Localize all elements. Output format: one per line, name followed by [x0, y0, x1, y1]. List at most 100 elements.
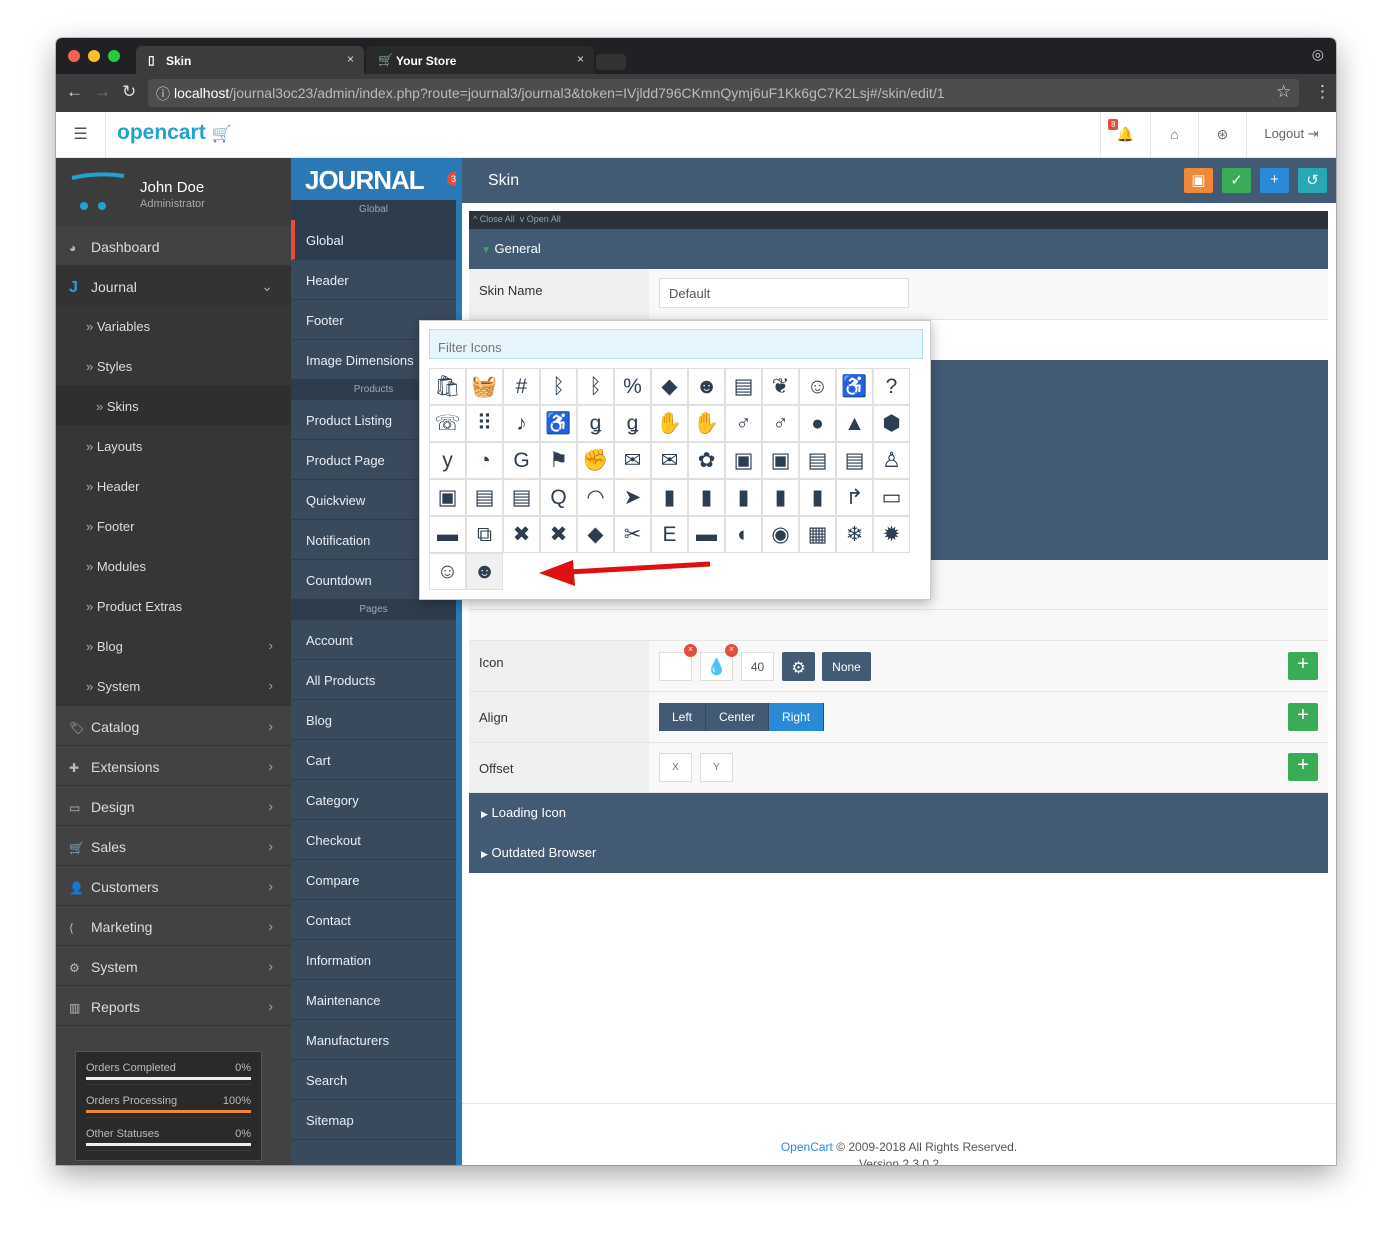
journal-nav-blog[interactable]: Blog: [291, 700, 456, 740]
icon-option-53[interactable]: ⧉: [466, 516, 503, 553]
opencart-link[interactable]: OpenCart: [781, 1140, 833, 1154]
icon-option-41[interactable]: ▤: [503, 479, 540, 516]
journal-nav-compare[interactable]: Compare: [291, 860, 456, 900]
icon-option-55[interactable]: ✖: [540, 516, 577, 553]
add-offset-button[interactable]: +: [1288, 753, 1318, 781]
icon-option-27[interactable]: ◔: [466, 442, 503, 479]
icon-option-57[interactable]: ✂: [614, 516, 651, 553]
icon-option-13[interactable]: ☏: [429, 405, 466, 442]
icon-option-26[interactable]: y: [429, 442, 466, 479]
icon-option-33[interactable]: ✿: [688, 442, 725, 479]
offset-y-input[interactable]: [700, 753, 733, 782]
preview-button[interactable]: ▣: [1184, 168, 1213, 193]
section-outdated-browser[interactable]: ▶ Outdated Browser: [469, 833, 1328, 873]
sidebar-subitem-layouts[interactable]: » Layouts: [56, 426, 291, 466]
open-all-link[interactable]: v Open All: [520, 214, 561, 224]
icon-option-2[interactable]: #: [503, 368, 540, 405]
sidebar-item-extensions[interactable]: ✚ Extensions ›: [56, 746, 291, 786]
icon-option-46[interactable]: ▮: [688, 479, 725, 516]
save-button[interactable]: ✓: [1222, 168, 1251, 193]
sidebar-item-journal[interactable]: J Journal ⌄: [56, 266, 291, 306]
journal-nav-contact[interactable]: Contact: [291, 900, 456, 940]
icon-option-66[interactable]: ☻: [466, 553, 503, 590]
icon-option-42[interactable]: Q: [540, 479, 577, 516]
gear-button[interactable]: ⚙: [782, 652, 815, 681]
sidebar-subitem-product-extras[interactable]: » Product Extras: [56, 586, 291, 626]
icon-option-0[interactable]: 🛍: [429, 368, 466, 405]
icon-option-56[interactable]: ◆: [577, 516, 614, 553]
journal-nav-checkout[interactable]: Checkout: [291, 820, 456, 860]
add-icon-button[interactable]: +: [1288, 652, 1318, 680]
icon-option-36[interactable]: ▤: [799, 442, 836, 479]
sidebar-subitem-blog[interactable]: » Blog ›: [56, 626, 291, 666]
icon-option-24[interactable]: ▲: [836, 405, 873, 442]
icon-option-20[interactable]: ✋: [688, 405, 725, 442]
icon-option-5[interactable]: %: [614, 368, 651, 405]
journal-nav-search[interactable]: Search: [291, 1060, 456, 1100]
icon-option-18[interactable]: ǥ: [614, 405, 651, 442]
opencart-logo[interactable]: opencart 🛒: [117, 121, 231, 145]
add-button[interactable]: +: [1260, 168, 1289, 193]
sidebar-subitem-footer[interactable]: » Footer: [56, 506, 291, 546]
icon-option-1[interactable]: 🧺: [466, 368, 503, 405]
icon-option-14[interactable]: ⠿: [466, 405, 503, 442]
journal-nav-header[interactable]: Header: [291, 260, 456, 300]
icon-option-51[interactable]: ▭: [873, 479, 910, 516]
sidebar-subitem-header[interactable]: » Header: [56, 466, 291, 506]
icon-option-64[interactable]: ✹: [873, 516, 910, 553]
close-window-button[interactable]: [68, 50, 80, 62]
new-tab-button[interactable]: [596, 54, 626, 70]
section-loading-icon[interactable]: ▶ Loading Icon: [469, 793, 1328, 833]
icon-option-48[interactable]: ▮: [762, 479, 799, 516]
icon-option-60[interactable]: ◐: [725, 516, 762, 553]
section-general[interactable]: ▼ General: [469, 229, 1328, 269]
icon-option-9[interactable]: ❦: [762, 368, 799, 405]
icon-option-44[interactable]: ➤: [614, 479, 651, 516]
icon-option-52[interactable]: ▬: [429, 516, 466, 553]
reload-icon[interactable]: ↻: [122, 82, 136, 102]
icon-option-17[interactable]: ǥ: [577, 405, 614, 442]
journal-nav-global[interactable]: Global: [291, 220, 456, 260]
offset-x-input[interactable]: [659, 753, 692, 782]
icon-option-29[interactable]: ⚑: [540, 442, 577, 479]
skin-name-input[interactable]: Default: [659, 278, 909, 308]
journal-nav-all-products[interactable]: All Products: [291, 660, 456, 700]
icon-option-4[interactable]: ᛒ: [577, 368, 614, 405]
icon-option-31[interactable]: ✉: [614, 442, 651, 479]
icon-option-43[interactable]: ◠: [577, 479, 614, 516]
icon-option-38[interactable]: ♙: [873, 442, 910, 479]
icon-option-32[interactable]: ✉: [651, 442, 688, 479]
icon-option-12[interactable]: ?: [873, 368, 910, 405]
remove-color-button[interactable]: ×: [725, 644, 738, 657]
icon-option-61[interactable]: ◉: [762, 516, 799, 553]
journal-nav-category[interactable]: Category: [291, 780, 456, 820]
icon-option-39[interactable]: ▣: [429, 479, 466, 516]
bookmark-star-icon[interactable]: ☆: [1276, 82, 1291, 102]
icon-option-6[interactable]: ◆: [651, 368, 688, 405]
icon-size-input[interactable]: 40: [741, 652, 774, 681]
sidebar-subitem-skins[interactable]: » Skins: [56, 386, 291, 426]
icon-option-65[interactable]: ☺: [429, 553, 466, 590]
icon-option-22[interactable]: ♂: [762, 405, 799, 442]
icon-option-11[interactable]: ♿: [836, 368, 873, 405]
help-button[interactable]: ⊛: [1198, 112, 1246, 157]
icon-option-15[interactable]: ♪: [503, 405, 540, 442]
icon-option-47[interactable]: ▮: [725, 479, 762, 516]
journal-nav-manufacturers[interactable]: Manufacturers: [291, 1020, 456, 1060]
journal-nav-maintenance[interactable]: Maintenance: [291, 980, 456, 1020]
history-button[interactable]: ↺: [1298, 168, 1327, 193]
sidebar-item-dashboard[interactable]: ◕ Dashboard: [56, 226, 291, 266]
browser-menu-icon[interactable]: ⋮: [1314, 82, 1331, 102]
sidebar-subitem-styles[interactable]: » Styles: [56, 346, 291, 386]
icon-option-49[interactable]: ▮: [799, 479, 836, 516]
icon-option-21[interactable]: ♂: [725, 405, 762, 442]
icon-option-28[interactable]: G: [503, 442, 540, 479]
icon-option-34[interactable]: ▣: [725, 442, 762, 479]
icon-option-23[interactable]: ●: [799, 405, 836, 442]
sidebar-item-catalog[interactable]: 🏷 Catalog ›: [56, 706, 291, 746]
sidebar-item-system[interactable]: ⚙ System ›: [56, 946, 291, 986]
icon-option-63[interactable]: ❄: [836, 516, 873, 553]
icon-option-50[interactable]: ↱: [836, 479, 873, 516]
journal-nav-cart[interactable]: Cart: [291, 740, 456, 780]
sidebar-subitem-system[interactable]: » System ›: [56, 666, 291, 706]
